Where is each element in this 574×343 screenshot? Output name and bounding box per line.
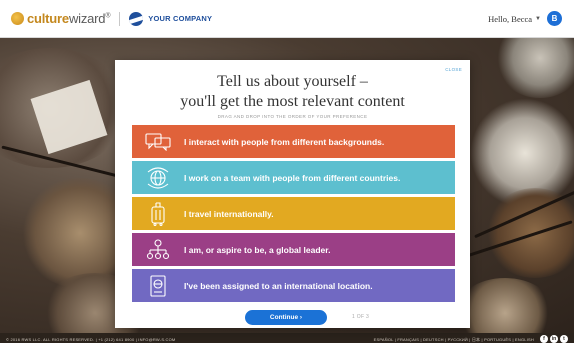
luggage-icon	[132, 197, 184, 230]
user-menu[interactable]: Hello, Becca ▼ B	[488, 11, 562, 26]
drag-instruction: DRAG AND DROP INTO THE ORDER OF YOUR PRE…	[217, 114, 368, 119]
globe-arrows-icon	[132, 161, 184, 194]
preference-option-label: I've been assigned to an international l…	[184, 280, 373, 291]
preference-option-label: I travel internationally.	[184, 208, 274, 219]
header-divider	[119, 11, 121, 26]
preference-option-leader[interactable]: I am, or aspire to be, a global leader.	[132, 233, 455, 266]
facebook-icon[interactable]: f	[540, 335, 548, 343]
user-greeting[interactable]: Hello, Becca	[488, 14, 532, 24]
preference-option-label: I am, or aspire to be, a global leader.	[184, 244, 331, 255]
company-name: YOUR COMPANY	[148, 14, 213, 23]
preference-list: I interact with people from different ba…	[132, 125, 455, 305]
passport-icon	[132, 269, 184, 302]
top-navigation-bar: culturewizard® YOUR COMPANY Hello, Becca…	[0, 0, 574, 38]
culturewizard-logo[interactable]: culturewizard®	[11, 11, 110, 26]
preference-option-label: I interact with people from different ba…	[184, 136, 385, 147]
preference-option-backgrounds[interactable]: I interact with people from different ba…	[132, 125, 455, 158]
company-logo-icon	[129, 11, 144, 26]
continue-button[interactable]: Continue ›	[245, 310, 327, 325]
preference-option-assignment[interactable]: I've been assigned to an international l…	[132, 269, 455, 302]
company-logo: YOUR COMPANY	[129, 11, 213, 26]
step-indicator: 1 OF 3	[352, 314, 370, 320]
footer-copyright: © 2016 RWS LLC. ALL RIGHTS RESERVED. | +…	[6, 337, 176, 342]
brand-name-light: wizard	[68, 11, 106, 26]
modal-title: Tell us about yourself – you'll get the …	[115, 72, 470, 112]
preference-option-team[interactable]: I work on a team with people from differ…	[132, 161, 455, 194]
preference-option-label: I work on a team with people from differ…	[184, 172, 401, 183]
preference-option-travel[interactable]: I travel internationally.	[132, 197, 455, 230]
photo-region	[455, 278, 555, 333]
chevron-down-icon[interactable]: ▼	[535, 16, 541, 22]
photo-region	[495, 38, 574, 98]
social-links: f in t	[540, 335, 568, 343]
speech-bubbles-icon	[132, 125, 184, 158]
modal-title-line-1: Tell us about yourself –	[217, 73, 368, 90]
brand-logo-icon	[11, 12, 24, 25]
modal-title-line-2: you'll get the most relevant content	[180, 93, 405, 110]
avatar[interactable]: B	[547, 11, 562, 26]
twitter-icon[interactable]: t	[560, 335, 568, 343]
brand-name-bold: culture	[27, 11, 69, 26]
linkedin-icon[interactable]: in	[550, 335, 558, 343]
language-links[interactable]: ESPAÑOL | FRANÇAIS | DEUTSCH | РУССКИЙ |…	[374, 337, 534, 343]
preferences-modal: CLOSE Tell us about yourself – you'll ge…	[115, 60, 470, 328]
brand-registered-mark: ®	[105, 12, 111, 20]
org-chart-icon	[132, 233, 184, 266]
